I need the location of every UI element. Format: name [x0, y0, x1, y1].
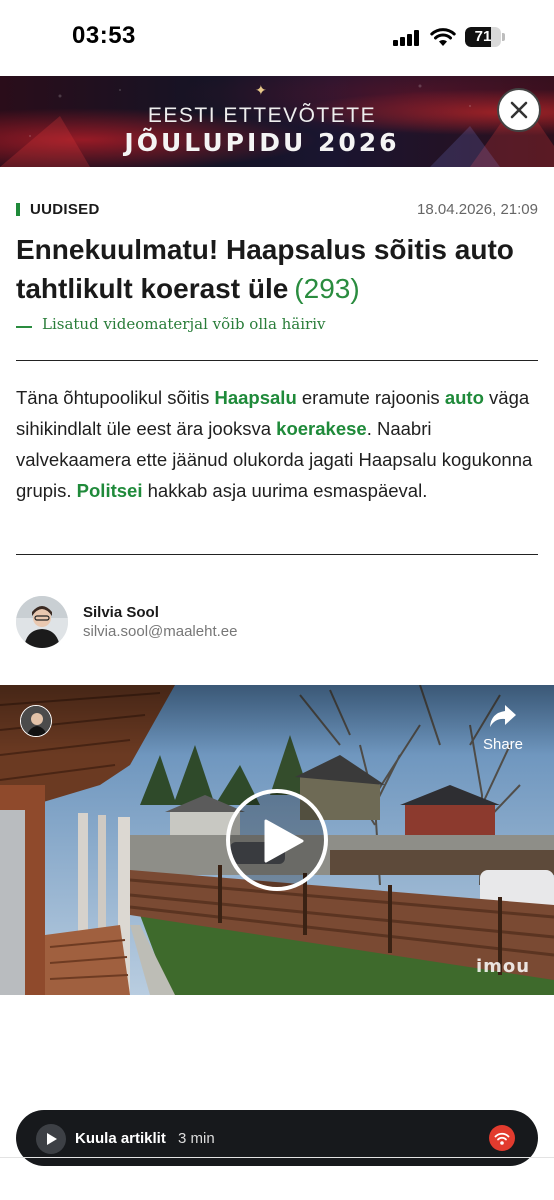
battery-percent: 71	[474, 28, 492, 45]
status-time: 03:53	[72, 22, 136, 49]
video-share-button[interactable]: Share	[478, 703, 528, 753]
video-channel-avatar[interactable]	[20, 705, 52, 737]
warning-text: Lisatud videomaterjal võib olla häiriv	[42, 315, 326, 333]
sparkle-icon: ✦	[255, 82, 267, 98]
author-avatar[interactable]	[16, 596, 68, 648]
author-email[interactable]: silvia.sool@maaleht.ee	[83, 623, 237, 640]
video-watermark: imou	[476, 956, 531, 977]
broadcast-icon	[489, 1125, 515, 1151]
keyword-link[interactable]: Politsei	[77, 480, 143, 501]
wifi-icon	[430, 27, 456, 47]
keyword-link[interactable]: auto	[445, 387, 484, 408]
article-headline: Ennekuulmatu! Haapsalus sõitis auto taht…	[16, 230, 536, 308]
play-icon	[47, 1133, 57, 1145]
status-bar: 03:53 71	[0, 0, 554, 76]
comment-count-link[interactable]: (293)	[294, 273, 359, 304]
share-label: Share	[482, 736, 524, 753]
banner-close-button[interactable]	[497, 88, 541, 132]
divider-bottom	[16, 554, 538, 555]
article-category[interactable]: UUDISED	[16, 201, 100, 218]
publish-date: 18.04.2026, 21:09	[417, 201, 538, 218]
play-icon	[264, 819, 304, 863]
keyword-link[interactable]: koerakese	[276, 418, 367, 439]
warning-dash	[16, 326, 32, 328]
cellular-signal-icon	[393, 30, 421, 46]
category-marker	[16, 203, 20, 216]
headline-text: Ennekuulmatu! Haapsalus sõitis auto taht…	[16, 234, 514, 304]
video-play-button[interactable]	[226, 789, 328, 891]
promo-banner[interactable]: ✦ EESTI ETTEVÕTETE JÕULUPIDU 2026	[0, 76, 554, 167]
audio-play-button[interactable]	[36, 1124, 66, 1154]
content-warning: Lisatud videomaterjal võib olla häiriv	[16, 315, 326, 333]
lead-text: eramute rajoonis	[296, 387, 445, 408]
lead-text: Täna õhtupoolikul sõitis	[16, 387, 215, 408]
category-label: UUDISED	[30, 201, 100, 218]
banner-title-line2: JÕULUPIDU 2026	[124, 128, 400, 157]
keyword-link[interactable]: Haapsalu	[214, 387, 296, 408]
article-lead: Täna õhtupoolikul sõitis Haapsalu eramut…	[16, 382, 538, 506]
listen-label: Kuula artiklit	[75, 1130, 166, 1147]
author-name[interactable]: Silvia Sool	[83, 604, 159, 621]
share-icon	[490, 705, 516, 727]
video-top-gradient	[0, 685, 554, 755]
bottom-divider	[0, 1157, 554, 1158]
close-icon	[510, 101, 528, 119]
battery-icon: 71	[465, 27, 505, 47]
listen-duration: 3 min	[178, 1130, 215, 1147]
video-player[interactable]: Share imou	[0, 685, 554, 995]
divider-top	[16, 360, 538, 361]
banner-title-line1: EESTI ETTEVÕTETE	[147, 104, 377, 127]
lead-text: hakkab asja uurima esmaspäeval.	[142, 480, 428, 501]
